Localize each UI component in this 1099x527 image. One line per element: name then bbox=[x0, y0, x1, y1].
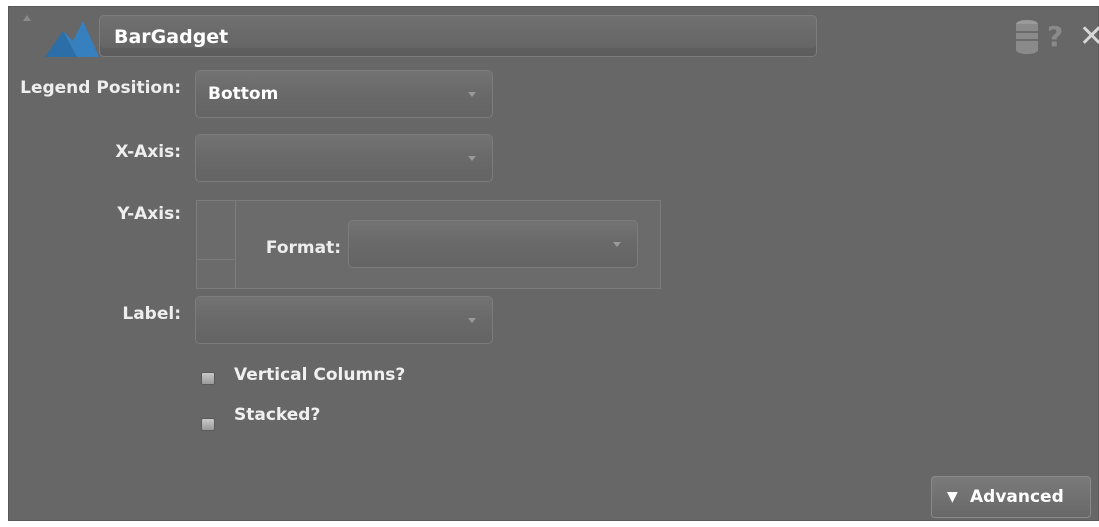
chevron-down-icon bbox=[468, 318, 476, 323]
bar-gadget-panel: BarGadget ? ✕ Legend Position: Bottom X-… bbox=[8, 6, 1099, 521]
bar-chart-logo bbox=[45, 21, 99, 57]
chevron-down-icon bbox=[613, 242, 621, 247]
collapse-arrow-icon[interactable] bbox=[23, 15, 31, 21]
format-label: Format: bbox=[265, 238, 341, 258]
database-icon[interactable] bbox=[1014, 19, 1044, 55]
advanced-label: Advanced bbox=[970, 487, 1064, 507]
close-icon[interactable]: ✕ bbox=[1079, 19, 1099, 55]
label-field-label: Label: bbox=[122, 304, 181, 324]
y-axis-label: Y-Axis: bbox=[117, 204, 181, 224]
y-axis-group: Format: bbox=[196, 200, 661, 289]
label-select[interactable] bbox=[195, 296, 493, 344]
x-axis-label: X-Axis: bbox=[115, 142, 181, 162]
gadget-title: BarGadget bbox=[114, 26, 229, 48]
legend-position-label: Legend Position: bbox=[20, 78, 181, 98]
legend-position-value: Bottom bbox=[208, 84, 279, 104]
stacked-label: Stacked? bbox=[234, 405, 321, 425]
format-select[interactable] bbox=[348, 220, 638, 268]
gadget-title-field[interactable]: BarGadget bbox=[99, 15, 817, 57]
chevron-down-icon bbox=[468, 92, 476, 97]
legend-position-select[interactable]: Bottom bbox=[195, 70, 493, 118]
chevron-down-icon bbox=[468, 156, 476, 161]
x-axis-select[interactable] bbox=[195, 134, 493, 182]
y-axis-drag-handle[interactable] bbox=[197, 201, 236, 288]
vertical-columns-checkbox[interactable] bbox=[201, 372, 215, 385]
chevron-down-icon: ▼ bbox=[947, 489, 958, 505]
vertical-columns-label: Vertical Columns? bbox=[234, 365, 406, 385]
stacked-checkbox[interactable] bbox=[201, 418, 215, 431]
help-icon[interactable]: ? bbox=[1047, 19, 1063, 55]
advanced-button[interactable]: ▼ Advanced bbox=[931, 476, 1091, 518]
